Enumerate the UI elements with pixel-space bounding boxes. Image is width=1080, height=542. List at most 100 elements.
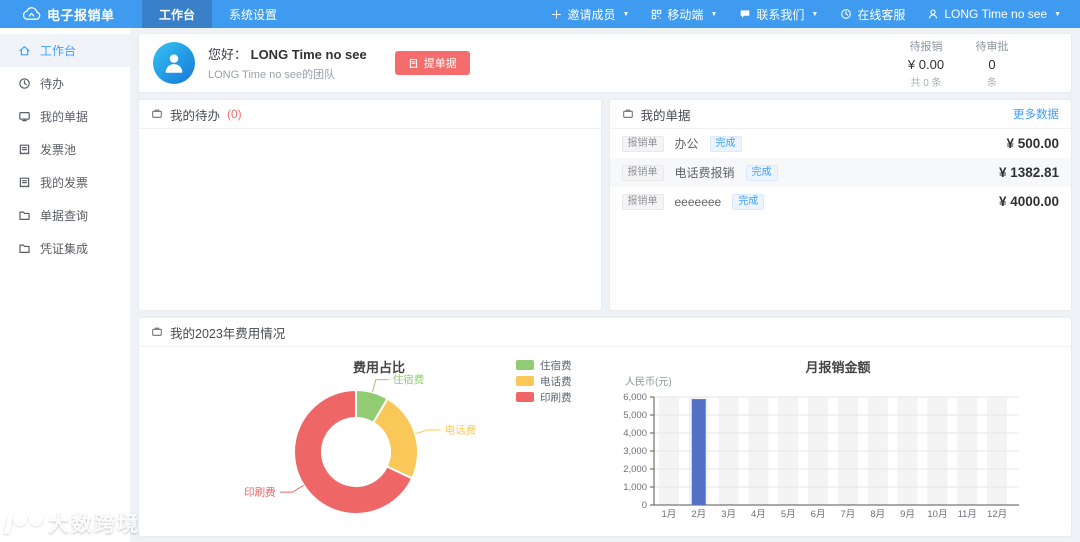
greeting-block: 您好： LONG Time no see LONG Time no see的团队 bbox=[208, 44, 367, 82]
svg-text:住宿费: 住宿费 bbox=[540, 359, 572, 372]
svg-text:月报销金额: 月报销金额 bbox=[804, 360, 870, 375]
doc-amount: ¥ 500.00 bbox=[1006, 136, 1059, 151]
tab-workbench[interactable]: 工作台 bbox=[142, 0, 213, 28]
doc-name: eeeeeee bbox=[674, 194, 722, 209]
tab-system-settings[interactable]: 系统设置 bbox=[212, 0, 294, 28]
nav-item-user[interactable]: LONG Time no see ▼ bbox=[916, 0, 1072, 28]
caret-down-icon: ▼ bbox=[622, 10, 630, 18]
todo-panel: 我的待办 (0) bbox=[138, 99, 602, 311]
svg-text:1月: 1月 bbox=[662, 509, 677, 520]
svg-text:3,000: 3,000 bbox=[623, 446, 647, 457]
caret-down-icon: ▼ bbox=[1054, 10, 1061, 18]
nav-item-contact-us[interactable]: 联系我们 ▼ bbox=[728, 0, 829, 28]
documents-panel-header: 我的单据 更多数据 bbox=[609, 100, 1071, 129]
sidebar-item-my-documents[interactable]: 我的单据 bbox=[0, 100, 130, 133]
nav-item-mobile[interactable]: 移动端 ▼ bbox=[640, 0, 728, 28]
svg-text:5,000: 5,000 bbox=[623, 410, 647, 421]
todo-panel-title: 我的待办 bbox=[170, 108, 221, 123]
svg-text:费用占比: 费用占比 bbox=[353, 360, 405, 375]
doc-status-badge: 完成 bbox=[745, 164, 778, 181]
caret-down-icon: ▼ bbox=[811, 10, 819, 18]
svg-text:9月: 9月 bbox=[900, 509, 915, 520]
sidebar-item-voucher-integration[interactable]: 凭证集成 bbox=[0, 232, 130, 265]
user-icon bbox=[927, 8, 939, 20]
document-row[interactable]: 报销单 eeeeeee 完成 ¥ 4000.00 bbox=[610, 187, 1072, 216]
todo-count: (0) bbox=[227, 107, 242, 121]
team-name: LONG Time no see的团队 bbox=[208, 69, 336, 81]
sidebar: 工作台 待办 我的单据 发票池 我的发票 单据查询 凭证集成 bbox=[0, 28, 130, 542]
documents-panel: 我的单据 更多数据 报销单 办公 完成 ¥ 500.00 报销单 电话费报销 完… bbox=[608, 99, 1072, 311]
svg-text:0: 0 bbox=[642, 500, 647, 511]
username: LONG Time no see bbox=[250, 47, 367, 62]
svg-text:5月: 5月 bbox=[781, 509, 796, 520]
svg-text:住宿费: 住宿费 bbox=[393, 373, 425, 386]
svg-text:2月: 2月 bbox=[691, 509, 706, 520]
nav-tabs: 工作台 系统设置 bbox=[142, 0, 294, 28]
svg-text:6,000: 6,000 bbox=[623, 392, 647, 403]
doc-type-badge: 报销单 bbox=[621, 135, 664, 152]
doc-amount: ¥ 4000.00 bbox=[998, 194, 1059, 209]
sidebar-item-invoice-pool[interactable]: 发票池 bbox=[0, 133, 130, 166]
invoice-icon bbox=[18, 176, 31, 189]
more-data-link[interactable]: 更多数据 bbox=[1013, 106, 1059, 122]
greeting-prefix: 您好： bbox=[208, 47, 251, 62]
svg-text:11月: 11月 bbox=[958, 509, 977, 520]
sidebar-item-my-invoices[interactable]: 我的发票 bbox=[0, 166, 130, 199]
svg-text:1,000: 1,000 bbox=[623, 482, 647, 493]
submit-document-button[interactable]: 提单据 bbox=[394, 51, 470, 75]
svg-text:电话费: 电话费 bbox=[445, 423, 477, 436]
expense-panel: 我的2023年费用情况 费用占比 住宿费 电话费 印刷费 住宿费 电话费 印刷费 月报销金额人… bbox=[138, 317, 1072, 537]
doc-name: 办公 bbox=[674, 137, 699, 151]
doc-type-badge: 报销单 bbox=[621, 193, 664, 210]
document-row[interactable]: 报销单 办公 完成 ¥ 500.00 bbox=[610, 129, 1072, 158]
avatar bbox=[153, 42, 195, 84]
sidebar-item-workbench[interactable]: 工作台 bbox=[0, 34, 130, 67]
folder-icon bbox=[18, 242, 31, 255]
svg-text:2,000: 2,000 bbox=[623, 464, 647, 475]
home-icon bbox=[18, 44, 31, 57]
sidebar-item-todo[interactable]: 待办 bbox=[0, 67, 130, 100]
ticket-icon bbox=[408, 58, 419, 69]
briefcase-icon bbox=[151, 326, 163, 338]
app-title: 电子报销单 bbox=[47, 7, 115, 23]
todo-empty-area bbox=[139, 129, 601, 310]
doc-status-badge: 完成 bbox=[732, 193, 765, 210]
board-icon bbox=[18, 110, 31, 123]
svg-text:印刷费: 印刷费 bbox=[540, 391, 572, 404]
svg-text:4月: 4月 bbox=[751, 509, 766, 520]
todo-panel-header: 我的待办 (0) bbox=[139, 100, 601, 129]
stat-block: 待审批 0 条 bbox=[975, 40, 1009, 89]
expense-charts: 费用占比住宿费电话费印刷费住宿费电话费印刷费月报销金额人民币(元)01,0002… bbox=[244, 359, 1019, 520]
svg-text:6月: 6月 bbox=[811, 509, 826, 520]
clock-icon bbox=[18, 77, 31, 90]
doc-type-badge: 报销单 bbox=[621, 164, 664, 181]
doc-status-badge: 完成 bbox=[709, 135, 742, 152]
invoice-icon bbox=[18, 143, 31, 156]
expense-panel-header: 我的2023年费用情况 bbox=[139, 318, 1071, 347]
plus-icon bbox=[551, 9, 562, 20]
nav-item-online-service[interactable]: 在线客服 bbox=[829, 0, 916, 28]
nav-item-invite-members[interactable]: 邀请成员 ▼ bbox=[540, 0, 640, 28]
sidebar-item-document-query[interactable]: 单据查询 bbox=[0, 199, 130, 232]
svg-text:7月: 7月 bbox=[841, 509, 856, 520]
qrcode-icon bbox=[651, 9, 662, 20]
svg-text:印刷费: 印刷费 bbox=[244, 486, 276, 499]
expense-panel-title: 我的2023年费用情况 bbox=[170, 326, 286, 341]
cloud-logo-icon bbox=[22, 7, 41, 21]
headset-icon bbox=[840, 8, 852, 20]
briefcase-icon bbox=[622, 108, 634, 120]
app-logo[interactable]: 电子报销单 bbox=[0, 0, 130, 28]
stat-block: 待报销 ¥ 0.00 共 0 条 bbox=[907, 40, 945, 89]
document-row[interactable]: 报销单 电话费报销 完成 ¥ 1382.81 bbox=[609, 158, 1071, 187]
svg-text:10月: 10月 bbox=[927, 509, 947, 520]
top-navbar: 电子报销单 工作台 系统设置 邀请成员 ▼ 移动端 ▼ 联系我们 ▼ 在线客服 L… bbox=[0, 0, 1080, 28]
documents-panel-title: 我的单据 bbox=[640, 108, 691, 123]
nav-menu: 邀请成员 ▼ 移动端 ▼ 联系我们 ▼ 在线客服 LONG Time no se… bbox=[540, 0, 1080, 28]
doc-amount: ¥ 1382.81 bbox=[998, 165, 1059, 180]
svg-text:3月: 3月 bbox=[721, 509, 736, 520]
svg-text:人民币(元): 人民币(元) bbox=[625, 376, 672, 388]
folder-icon bbox=[18, 209, 31, 222]
svg-text:12月: 12月 bbox=[987, 509, 1007, 520]
briefcase-icon bbox=[151, 108, 163, 120]
panels-row: 我的待办 (0) 我的单据 更多数据 报销单 办公 完成 ¥ 500.00 报销… bbox=[138, 99, 1072, 311]
